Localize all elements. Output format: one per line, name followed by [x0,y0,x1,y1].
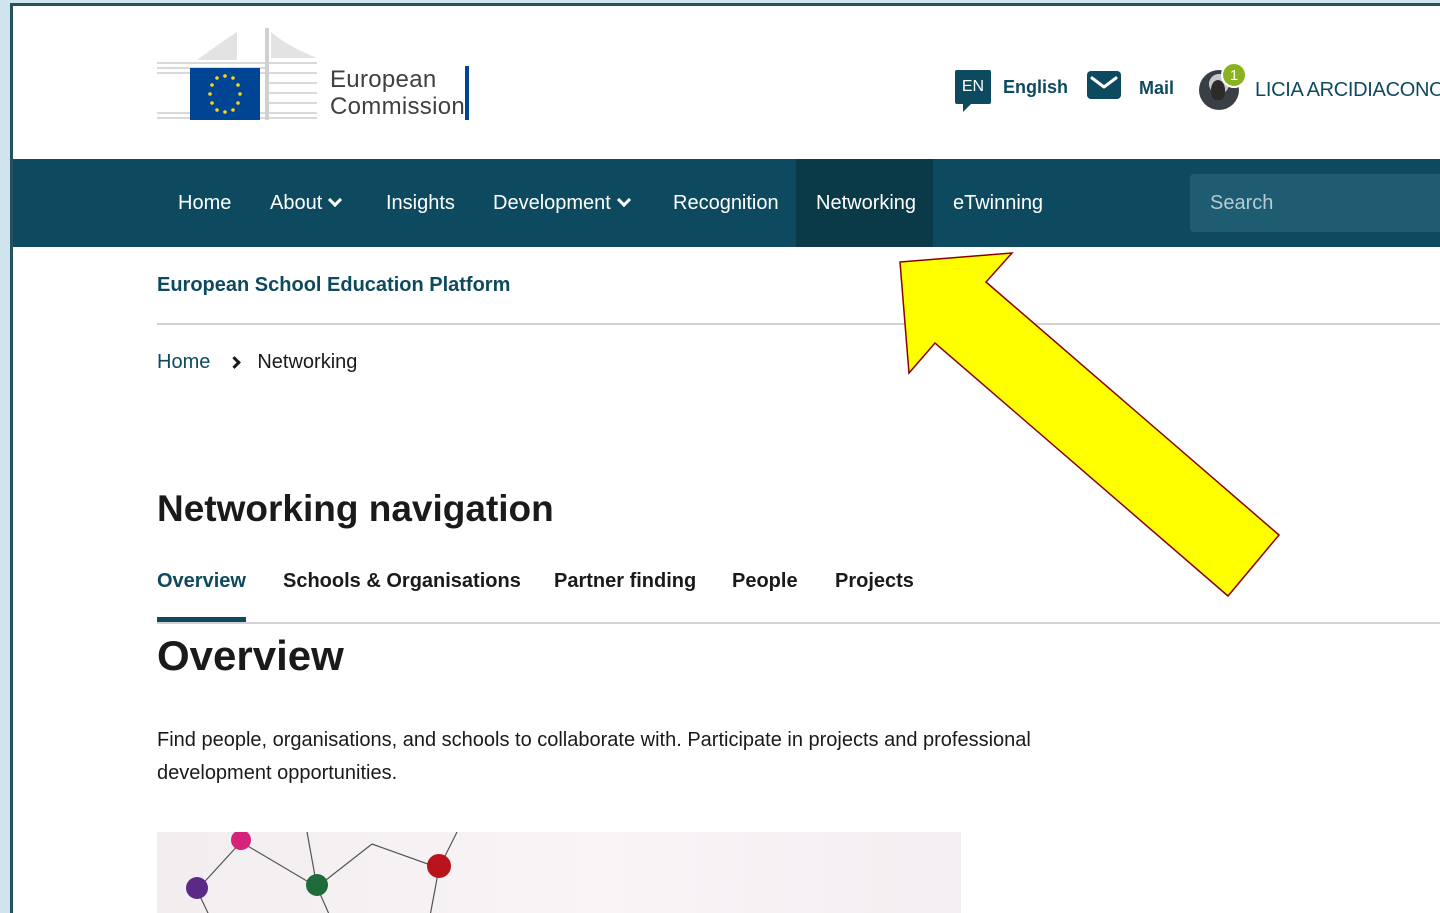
avatar: 1 [1199,62,1247,110]
nav-item-insights[interactable]: Insights [366,159,475,247]
platform-title[interactable]: European School Education Platform [157,274,510,297]
notification-count: 1 [1229,66,1239,84]
tab-schools-organisations[interactable]: Schools & Organisations [283,570,521,622]
overview-description: Find people, organisations, and schools … [157,729,1031,784]
european-commission-logo[interactable]: European Commission [157,28,477,124]
logo-text: European Commission [330,66,465,120]
nav-label: eTwinning [953,191,1044,214]
logo-line-1: European [330,66,437,93]
tab-label: Partner finding [554,570,697,592]
overview-title: Overview [157,632,344,679]
tabs-divider [157,622,1440,624]
pin-network-image-icon [186,832,458,913]
breadcrumb-home-link[interactable]: Home [157,351,210,374]
tab-label: People [732,570,798,592]
nav-item-networking[interactable]: Networking [796,159,933,247]
site-header: European Commission EN English Mail 1 LI… [13,6,1440,159]
breadcrumb: Home Networking [157,351,357,374]
nav-label: Home [178,191,232,214]
search-placeholder: Search [1210,191,1274,214]
user-name: LICIA ARCIDIACONO [1255,78,1440,101]
networking-navigation-heading: Networking navigation [157,488,554,529]
nav-item-etwinning[interactable]: eTwinning [933,159,1063,247]
nav-item-development[interactable]: Development [473,159,649,247]
tab-people[interactable]: People [732,570,798,622]
logo-accent-bar [465,66,469,120]
nav-label: Insights [386,191,455,214]
language-label: English [1003,76,1069,97]
mail-icon [1087,70,1121,99]
tab-partner-finding[interactable]: Partner finding [554,570,696,622]
search-input[interactable]: Search [1190,174,1440,232]
user-menu[interactable]: 1 LICIA ARCIDIACONO [1199,62,1440,110]
chevron-down-icon [616,192,631,208]
divider [157,323,1440,325]
nav-item-home[interactable]: Home [158,159,251,247]
tab-projects[interactable]: Projects [835,570,914,622]
language-selector[interactable]: EN English [955,70,1069,112]
mail-label: Mail [1139,78,1175,98]
mail-link[interactable]: Mail [1087,70,1174,99]
tab-label: Projects [835,570,914,592]
nav-label: Networking [816,191,917,214]
tab-overview[interactable]: Overview [157,570,246,622]
language-code: EN [961,78,985,95]
language-badge-icon: EN [955,70,991,112]
chevron-down-icon [328,192,343,208]
nav-label: About [270,191,323,214]
nav-label: Development [493,191,611,214]
networking-hero-image [157,832,961,913]
nav-item-about[interactable]: About [250,159,360,247]
nav-label: Recognition [673,191,779,214]
tab-label: Overview [157,570,246,592]
breadcrumb-current: Networking [257,351,358,373]
nav-item-recognition[interactable]: Recognition [653,159,799,247]
browser-page: European Commission EN English Mail 1 LI… [10,3,1440,913]
tab-label: Schools & Organisations [283,570,521,592]
logo-line-2: Commission [330,93,466,120]
notification-badge: 1 [1221,62,1247,88]
chevron-right-icon [228,356,242,369]
main-navigation: Home About Insights Development Recognit… [13,159,1440,247]
